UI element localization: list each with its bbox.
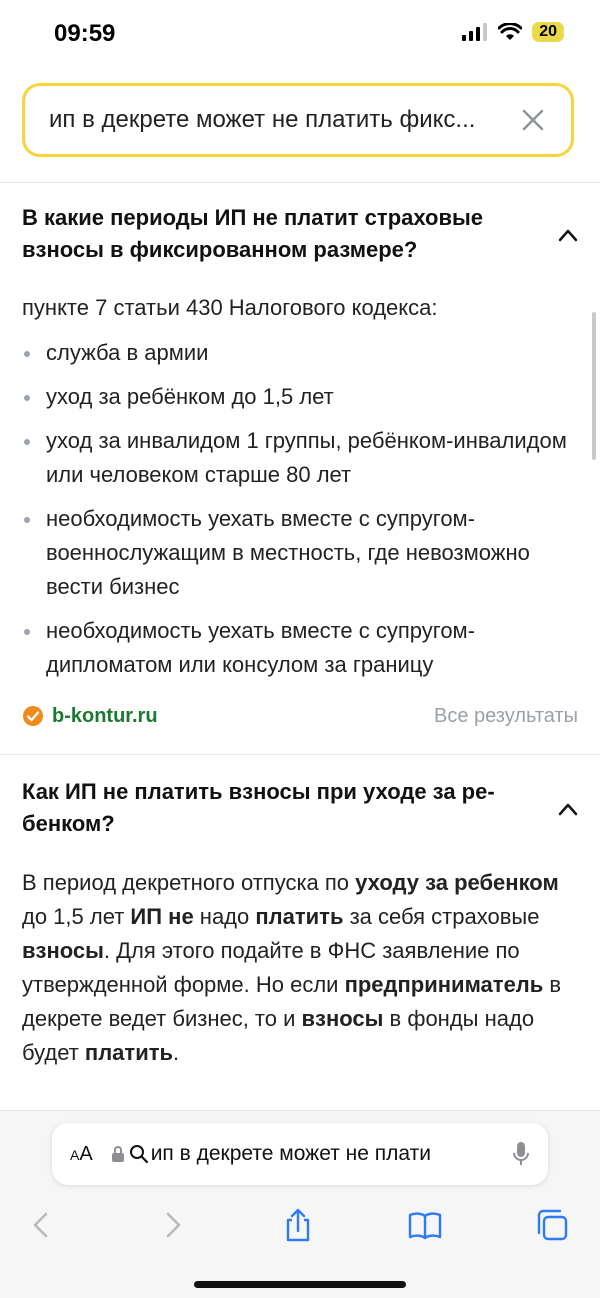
search-query[interactable]: ип в декрете может не платить фикс... <box>49 106 521 134</box>
signal-icon <box>462 23 488 41</box>
book-icon[interactable] <box>407 1207 443 1243</box>
highlighted-term: платить <box>255 904 344 929</box>
highlighted-term: ИП не <box>130 904 194 929</box>
source-link[interactable]: b-kontur.ru <box>22 705 158 728</box>
list-item: служба в армии <box>22 336 572 370</box>
list-item: необходимость уехать вместе с супругом-в… <box>22 502 572 604</box>
text-size-button[interactable]: AA <box>70 1143 93 1166</box>
lock-icon <box>111 1146 124 1162</box>
list-item: необходимость уехать вместе с супругом-д… <box>22 614 572 682</box>
bullet-dot <box>24 439 30 445</box>
nav-row <box>0 1203 600 1253</box>
search-bar[interactable]: ип в декрете может не платить фикс... <box>22 83 574 157</box>
divider <box>0 754 600 755</box>
highlighted-term: предприниматель <box>344 972 544 997</box>
address-bar[interactable]: AA ип в декрете может не плати <box>52 1123 548 1185</box>
browser-toolbar: AA ип в декрете может не плати <box>0 1110 600 1298</box>
answer-text: за себя страховые <box>343 904 540 929</box>
bullet-dot <box>24 395 30 401</box>
highlighted-term: взносы <box>22 938 104 963</box>
close-icon[interactable] <box>521 108 545 132</box>
scrollbar[interactable] <box>592 312 596 460</box>
bullet-dot <box>24 517 30 523</box>
answer-text: . <box>173 1040 180 1065</box>
chevron-up-icon[interactable] <box>558 802 578 816</box>
share-icon[interactable] <box>280 1207 316 1243</box>
source-domain[interactable]: b-kontur.ru <box>52 705 158 728</box>
status-time: 09:59 <box>54 20 116 47</box>
tabs-icon[interactable] <box>534 1207 570 1243</box>
url-text[interactable]: ип в декрете может не плати <box>151 1142 512 1166</box>
highlighted-term: уходу за ребенком <box>355 870 559 895</box>
all-results-link[interactable]: Все результаты <box>434 705 578 728</box>
bullet-dot <box>24 629 30 635</box>
highlighted-term: платить <box>84 1040 174 1065</box>
list-item: уход за ребёнком до 1,5 лет <box>22 380 572 414</box>
answer-text: надо <box>193 904 256 929</box>
bullet-dot <box>24 351 30 357</box>
answer-lead: пункте 7 статьи 430 Налогового кодекса: <box>22 295 438 320</box>
status-icons: 20 <box>462 22 564 42</box>
microphone-icon[interactable] <box>512 1141 530 1167</box>
back-icon[interactable] <box>24 1207 60 1243</box>
answer-list: служба в армии уход за ребёнком до 1,5 л… <box>22 336 572 692</box>
status-bar: 09:59 20 <box>0 0 600 70</box>
highlighted-term: взносы <box>301 1006 384 1031</box>
check-badge-icon <box>23 706 43 726</box>
faq-question-2[interactable]: Как ИП не платить взносы при уходе за ре… <box>22 776 532 840</box>
list-item: уход за инвалидом 1 группы, ребёнком-инв… <box>22 424 572 492</box>
divider <box>0 182 600 183</box>
answer-paragraph: В период декретного отпуска по уходу за … <box>22 866 578 1070</box>
faq-question-1[interactable]: В какие периоды ИП не платит страховые в… <box>22 202 532 266</box>
battery-indicator: 20 <box>532 22 564 42</box>
chevron-up-icon[interactable] <box>558 228 578 242</box>
forward-icon[interactable] <box>154 1207 190 1243</box>
answer-text: В период декретного отпуска по <box>22 870 356 895</box>
wifi-icon <box>498 23 523 40</box>
search-icon <box>129 1145 148 1164</box>
source-row: b-kontur.ru Все результаты <box>22 700 578 732</box>
answer-text: до 1,5 лет <box>22 904 131 929</box>
home-indicator <box>194 1281 406 1288</box>
